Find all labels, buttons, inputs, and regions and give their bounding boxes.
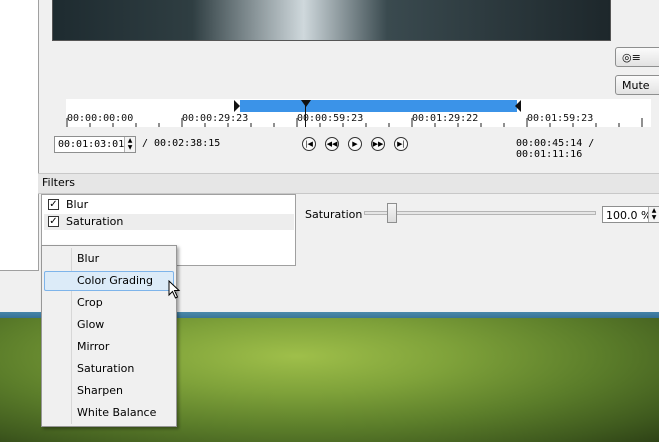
menu-item-mirror[interactable]: Mirror [44, 337, 174, 357]
saturation-label: Saturation [305, 208, 363, 221]
filter-item-saturation[interactable]: ✓ Saturation [44, 214, 294, 230]
saturation-slider-track[interactable] [364, 211, 596, 215]
rewind-button[interactable]: ◀◀ [325, 137, 339, 151]
filters-title: Filters [42, 176, 75, 189]
menu-item-glow[interactable]: Glow [44, 315, 174, 335]
filters-header [38, 173, 659, 194]
mute-button[interactable]: Mute [615, 75, 659, 95]
total-duration: / 00:02:38:15 [142, 138, 221, 149]
audio-meter-button[interactable]: ◎≡ [615, 47, 659, 67]
menu-item-crop[interactable]: Crop [44, 293, 174, 313]
current-time-value: 00:01:03:01 [58, 139, 125, 150]
saturation-value-spinbox[interactable]: 100.0 % ▲ ▼ [602, 206, 659, 223]
timeline-label: 00:00:29:23 [182, 113, 249, 124]
mouse-cursor-icon [168, 280, 181, 299]
fast-forward-icon: ▶▶ [372, 140, 384, 148]
mute-label: Mute [622, 79, 650, 92]
play-icon: ▶ [352, 140, 358, 148]
timeline-label: 00:00:00:00 [67, 113, 134, 124]
current-time-spinbox[interactable]: 00:01:03:01 ▲ ▼ [54, 136, 136, 153]
checkbox-checked-icon[interactable]: ✓ [48, 199, 59, 210]
skip-to-end-button[interactable]: ▶| [394, 137, 408, 151]
playhead[interactable] [301, 100, 311, 107]
playlist-panel [0, 0, 39, 271]
audio-meter-icon: ◎≡ [622, 51, 641, 64]
skip-start-icon: |◀ [305, 140, 313, 148]
menu-item-sharpen[interactable]: Sharpen [44, 381, 174, 401]
menu-item-blur[interactable]: Blur [44, 249, 174, 269]
saturation-slider-thumb[interactable] [386, 203, 397, 223]
skip-to-start-button[interactable]: |◀ [302, 137, 316, 151]
skip-end-icon: ▶| [397, 140, 405, 148]
menu-item-saturation[interactable]: Saturation [44, 359, 174, 379]
rewind-icon: ◀◀ [326, 140, 338, 148]
saturation-value: 100.0 % [606, 209, 652, 222]
filter-item-label: Blur [66, 198, 89, 211]
timeline-label: 00:01:59:23 [527, 113, 594, 124]
filter-item-blur[interactable]: ✓ Blur [44, 197, 294, 213]
play-button[interactable]: ▶ [348, 137, 362, 151]
spin-arrows-icon[interactable]: ▲ ▼ [124, 137, 135, 152]
in-out-timecode: 00:00:45:14 / 00:01:11:16 [516, 138, 595, 160]
timeline-selected-range[interactable] [240, 100, 517, 112]
checkbox-checked-icon[interactable]: ✓ [48, 216, 59, 227]
menu-item-color-grading[interactable]: Color Grading [44, 271, 174, 291]
add-filter-menu: Blur Color Grading Crop Glow Mirror Satu… [41, 245, 177, 427]
out-point-marker[interactable] [515, 100, 521, 112]
video-preview [52, 0, 611, 41]
filter-item-label: Saturation [66, 215, 124, 228]
timeline-label: 00:00:59:23 [297, 113, 364, 124]
spin-arrows-icon[interactable]: ▲ ▼ [648, 207, 659, 222]
timeline-label: 00:01:29:22 [412, 113, 479, 124]
menu-item-white-balance[interactable]: White Balance [44, 403, 174, 423]
in-point-marker[interactable] [234, 100, 240, 112]
fast-forward-button[interactable]: ▶▶ [371, 137, 385, 151]
